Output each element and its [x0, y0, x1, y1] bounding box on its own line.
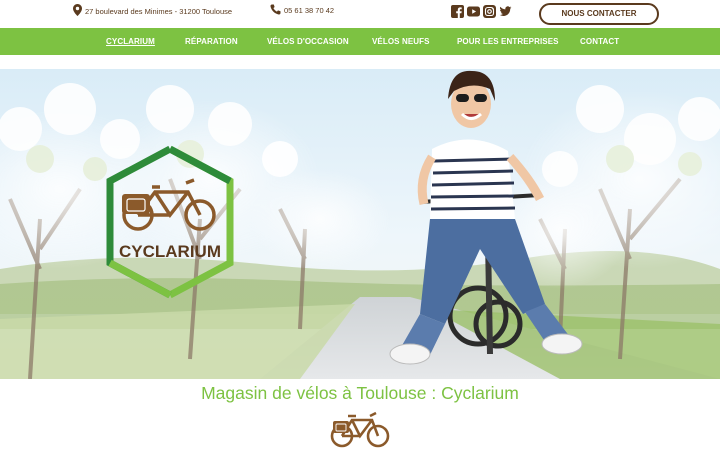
hero-image: CYCLARIUM	[0, 69, 720, 379]
address-text: 27 boulevard des Minimes - 31200 Toulous…	[85, 6, 233, 16]
youtube-icon[interactable]	[467, 5, 480, 18]
contact-us-button[interactable]: NOUS CONTACTER	[539, 3, 659, 25]
facebook-icon[interactable]	[451, 5, 464, 19]
nav-item-entreprises[interactable]: POUR LES ENTREPRISES	[457, 28, 559, 55]
phone-text: 05 61 38 70 42	[284, 6, 335, 15]
top-bar: 27 boulevard des Minimes - 31200 Toulous…	[0, 0, 720, 28]
phone-block[interactable]: 05 61 38 70 42	[270, 4, 334, 17]
nav-item-velos-neufs[interactable]: VÉLOS NEUFS	[372, 28, 430, 55]
social-links	[451, 5, 512, 19]
map-pin-icon	[73, 4, 82, 18]
nav-item-cyclarium[interactable]: CYCLARIUM	[106, 28, 155, 55]
page-title: Magasin de vélos à Toulouse : Cyclarium	[201, 383, 519, 403]
hero-banner: CYCLARIUM	[0, 69, 720, 379]
phone-icon	[270, 4, 281, 17]
nav-item-velos-occasion[interactable]: VÉLOS D'OCCASION	[267, 28, 349, 55]
address-block: 27 boulevard des Minimes - 31200 Toulous…	[73, 4, 232, 18]
logo-text: CYCLARIUM	[119, 242, 221, 261]
nav-item-contact[interactable]: CONTACT	[580, 28, 619, 55]
twitter-icon[interactable]	[499, 5, 512, 18]
bike-icon	[330, 410, 390, 448]
main-nav: CYCLARIUM RÉPARATION VÉLOS D'OCCASION VÉ…	[0, 28, 720, 55]
instagram-icon[interactable]	[483, 5, 496, 18]
nav-item-reparation[interactable]: RÉPARATION	[185, 28, 238, 55]
